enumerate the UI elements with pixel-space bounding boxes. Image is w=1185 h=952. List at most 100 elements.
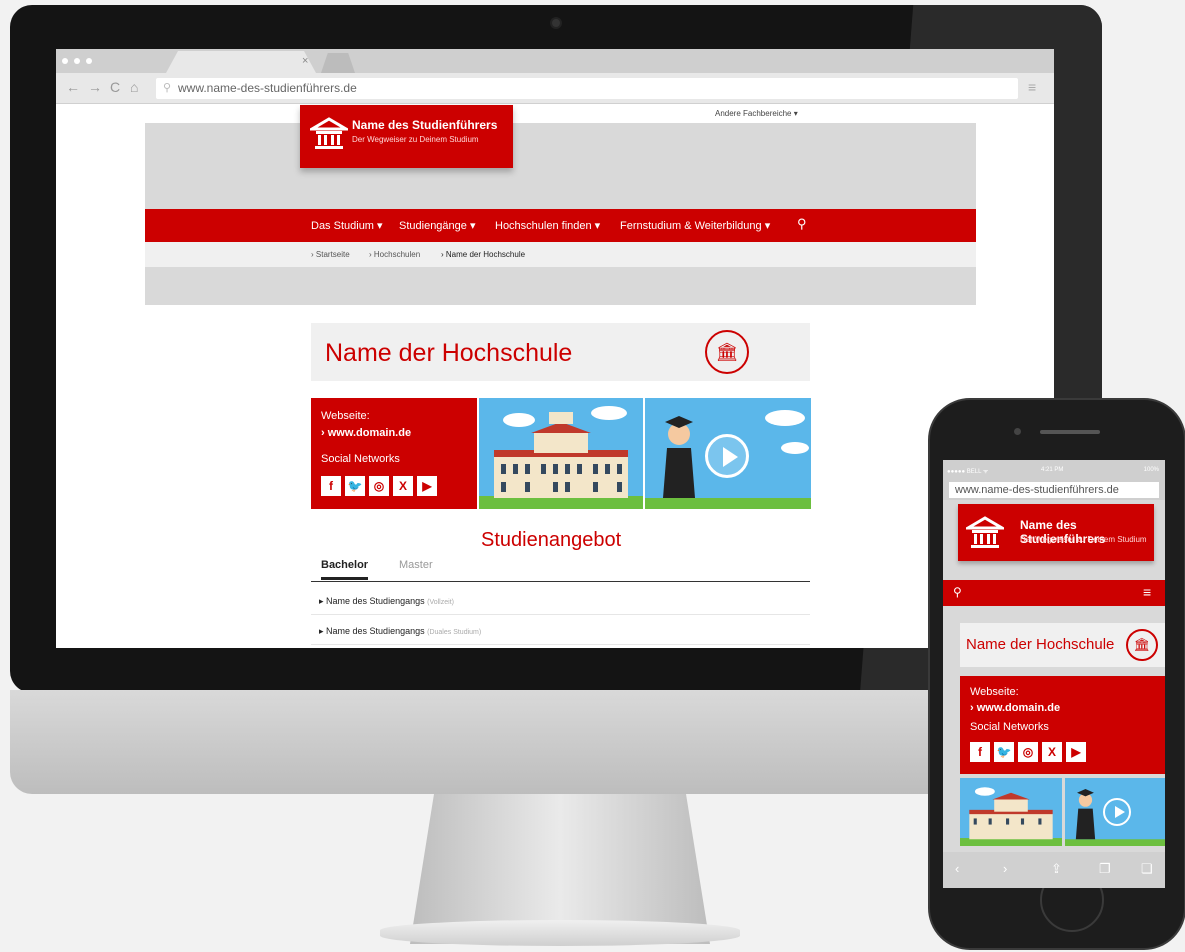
- course-item[interactable]: ▸ Name des Studiengangs (Duales Studium): [311, 618, 810, 645]
- youtube-icon[interactable]: ▶: [1066, 742, 1086, 762]
- nav-item-studium[interactable]: Das Studium ▾: [311, 219, 383, 232]
- course-name: Name des Studiengangs: [326, 596, 425, 606]
- building-illustration: [960, 787, 1062, 846]
- play-icon: [723, 447, 738, 467]
- logo-name: Name des Studienführers: [352, 118, 498, 132]
- back-icon[interactable]: ‹: [955, 861, 959, 876]
- window-close-dot[interactable]: [62, 58, 68, 64]
- browser-tab[interactable]: [166, 51, 316, 73]
- window-maximize-dot[interactable]: [86, 58, 92, 64]
- title-box: Name der Hochschule 🏛: [311, 323, 810, 381]
- facebook-icon[interactable]: f: [970, 742, 990, 762]
- other-fields-dropdown[interactable]: Andere Fachbereiche ▾: [715, 109, 798, 118]
- tab-bachelor[interactable]: Bachelor: [321, 559, 369, 580]
- course-note: (Duales Studium): [427, 629, 482, 636]
- phone-page-title: Name der Hochschule: [966, 636, 1115, 653]
- phone-website-link-text: www.domain.de: [976, 702, 1061, 714]
- browser-toolbar: ← → C ⌂ www.name-des-studienführers.de ⚲…: [56, 73, 1054, 104]
- course-item[interactable]: ▸ Name des Studiengangs (Vollzeit): [311, 588, 810, 615]
- monitor-camera: [550, 17, 562, 29]
- building-logo-icon: [310, 117, 348, 149]
- section-title: Studienangebot: [481, 529, 622, 551]
- window-minimize-dot[interactable]: [74, 58, 80, 64]
- phone-social-label: Social Networks: [970, 721, 1049, 733]
- phone-speaker: [1040, 430, 1100, 434]
- breadcrumb: › Startseite › Hochschulen › Name der Ho…: [145, 242, 976, 267]
- info-box: Webseite: › www.domain.de Social Network…: [311, 398, 477, 509]
- xing-icon[interactable]: X: [393, 476, 413, 496]
- back-arrow-icon[interactable]: ←: [66, 79, 80, 95]
- home-icon[interactable]: ⌂: [130, 79, 138, 95]
- twitter-icon[interactable]: 🐦: [345, 476, 365, 496]
- breadcrumb-hochschulen[interactable]: › Hochschulen: [369, 250, 420, 259]
- nav-item-studiengaenge[interactable]: Studiengänge ▾: [399, 219, 475, 232]
- phone-address-bar[interactable]: www.name-des-studienführers.de: [949, 482, 1159, 498]
- status-time: 4:21 PM: [1041, 467, 1064, 473]
- phone-title-box: Name der Hochschule 🏛: [960, 623, 1165, 667]
- youtube-icon[interactable]: ▶: [417, 476, 437, 496]
- phone-logo[interactable]: Name des Studienführers Der Wegweiser zu…: [958, 504, 1154, 561]
- phone-website-label: Webseite:: [970, 686, 1019, 698]
- share-icon[interactable]: ⇪: [1051, 861, 1062, 877]
- nav-item-hochschulen[interactable]: Hochschulen finden ▾: [495, 219, 600, 232]
- search-icon[interactable]: ⚲: [953, 585, 962, 599]
- nav-item-fernstudium[interactable]: Fernstudium & Weiterbildung ▾: [620, 219, 770, 232]
- breadcrumb-label: Hochschulen: [373, 250, 421, 259]
- nav-label: Studiengänge: [399, 220, 467, 232]
- university-icon: 🏛: [705, 330, 749, 374]
- website-link-text: www.domain.de: [327, 427, 412, 439]
- social-label: Social Networks: [321, 453, 400, 465]
- tab-master[interactable]: Master: [399, 559, 433, 571]
- phone-logo-tagline: Der Wegweiser zu Deinem Studium: [1020, 535, 1147, 544]
- browser-menu-icon[interactable]: ≡: [1028, 79, 1036, 95]
- degree-tabs: Bachelor Master: [311, 559, 810, 582]
- instagram-icon[interactable]: ◎: [369, 476, 389, 496]
- phone-info-box: Webseite: › www.domain.de Social Network…: [960, 676, 1165, 774]
- site-topbar: Andere Fachbereiche ▾: [145, 105, 976, 123]
- website: Andere Fachbereiche ▾ Name des Studienfü…: [145, 105, 976, 648]
- twitter-icon[interactable]: 🐦: [994, 742, 1014, 762]
- course-name: Name des Studiengangs: [326, 626, 425, 636]
- search-icon: ⚲: [163, 82, 172, 94]
- phone-website-link[interactable]: › www.domain.de: [970, 702, 1060, 714]
- site-logo[interactable]: Name des Studienführers Der Wegweiser zu…: [300, 105, 513, 168]
- phone-graduate-video[interactable]: [1065, 778, 1165, 846]
- play-button[interactable]: [705, 434, 749, 478]
- nav-label: Hochschulen finden: [495, 220, 592, 232]
- facebook-icon[interactable]: f: [321, 476, 341, 496]
- xing-icon[interactable]: X: [1042, 742, 1062, 762]
- new-tab-button[interactable]: [321, 53, 355, 73]
- tabs-icon[interactable]: ❏: [1141, 861, 1153, 877]
- phone-nav: ⚲ ≡: [943, 580, 1165, 606]
- bookmarks-icon[interactable]: ❐: [1099, 861, 1111, 877]
- forward-icon[interactable]: ›: [1003, 861, 1007, 876]
- hamburger-menu-icon[interactable]: ≡: [1143, 584, 1151, 600]
- instagram-icon[interactable]: ◎: [1018, 742, 1038, 762]
- website-link[interactable]: › www.domain.de: [321, 427, 411, 439]
- website-label: Webseite:: [321, 410, 370, 422]
- phone-browser-toolbar: ‹ › ⇪ ❐ ❏: [943, 852, 1165, 888]
- course-note: (Vollzeit): [427, 599, 454, 606]
- play-button[interactable]: [1103, 798, 1131, 826]
- monitor-stand-base: [380, 920, 740, 946]
- nav-label: Fernstudium & Weiterbildung: [620, 220, 762, 232]
- graduate-video-thumbnail[interactable]: [645, 398, 811, 509]
- browser-window: × ← → C ⌂ www.name-des-studienführers.de…: [56, 49, 1054, 648]
- forward-arrow-icon[interactable]: →: [88, 79, 102, 95]
- tab-bar: ×: [56, 49, 1054, 73]
- phone-building-image: [960, 778, 1062, 846]
- breadcrumb-startseite[interactable]: › Startseite: [311, 250, 350, 259]
- tab-close-icon[interactable]: ×: [302, 55, 308, 67]
- logo-tagline: Der Wegweiser zu Deinem Studium: [352, 135, 479, 144]
- page-title: Name der Hochschule: [325, 339, 573, 367]
- breadcrumb-label: Startseite: [315, 250, 350, 259]
- address-bar[interactable]: www.name-des-studienführers.de: [156, 78, 1018, 99]
- play-icon: [1115, 806, 1125, 818]
- carrier-signal: ●●●●● BELL ᯤ: [947, 469, 989, 475]
- url-text: www.name-des-studienführers.de: [178, 81, 357, 95]
- reload-icon[interactable]: C: [110, 79, 120, 95]
- building-logo-icon: [966, 516, 1004, 548]
- building-illustration: [479, 406, 643, 509]
- nav-label: Das Studium: [311, 220, 374, 232]
- search-icon[interactable]: ⚲: [797, 216, 807, 232]
